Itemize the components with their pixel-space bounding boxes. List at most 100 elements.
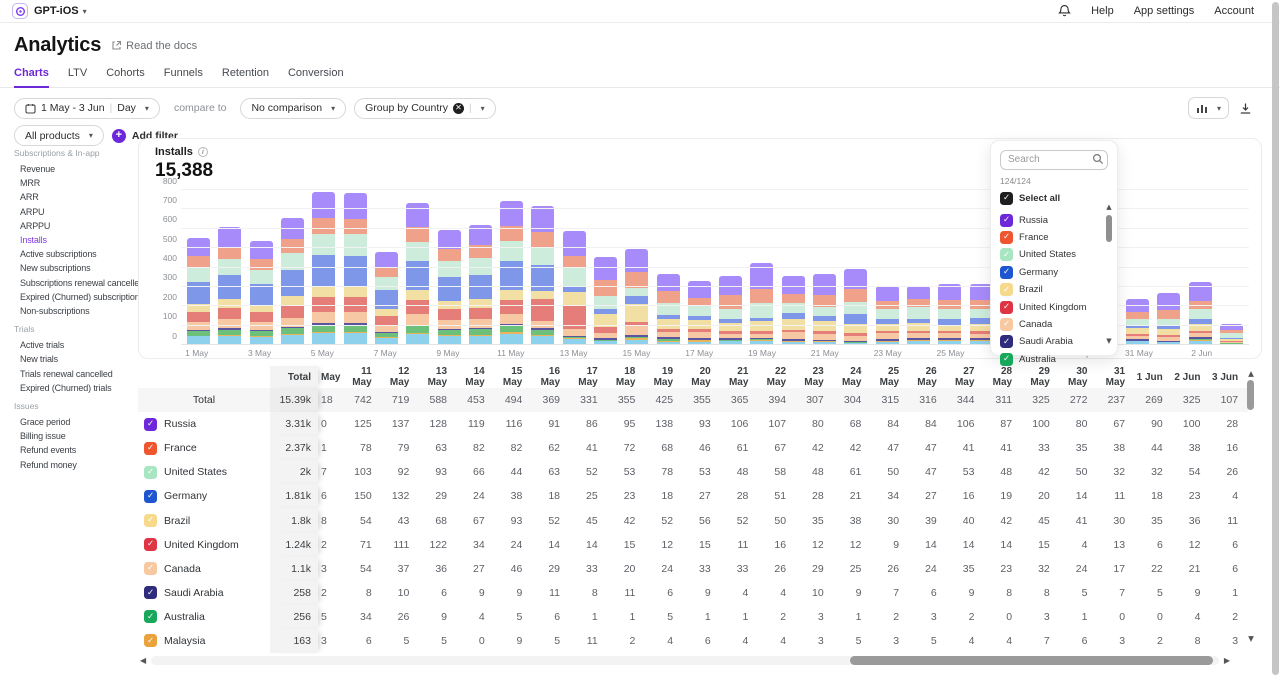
sidebar-item-arpu[interactable]: ARPU xyxy=(14,205,138,219)
country-row-canada[interactable]: ✓Canada xyxy=(1000,316,1108,333)
scroll-up-icon[interactable]: ▲ xyxy=(1246,369,1256,378)
bar-slot xyxy=(1216,324,1247,345)
bar-15-may[interactable] xyxy=(625,249,648,345)
country-checkbox[interactable]: ✓ xyxy=(1000,214,1013,227)
row-checkbox[interactable]: ✓ xyxy=(144,466,157,479)
sidebar-item-active-trials[interactable]: Active trials xyxy=(14,338,138,352)
country-checkbox[interactable]: ✓ xyxy=(1000,266,1013,279)
sidebar-item-new-trials[interactable]: New trials xyxy=(14,352,138,366)
bar-1-may[interactable] xyxy=(187,238,210,345)
segment-united-states xyxy=(688,306,711,316)
country-row-france[interactable]: ✓France xyxy=(1000,229,1108,246)
sidebar-item-mrr[interactable]: MRR xyxy=(14,176,138,190)
bar-13-may[interactable] xyxy=(563,231,586,345)
bar-11-may[interactable] xyxy=(500,201,523,345)
sidebar-item-arr[interactable]: ARR xyxy=(14,190,138,204)
cell-value: 51 xyxy=(758,490,796,502)
country-checkbox[interactable]: ✓ xyxy=(1000,353,1013,366)
sidebar-item-trials-renewal-cancelled[interactable]: Trials renewal cancelled xyxy=(14,367,138,381)
tab-conversion[interactable]: Conversion xyxy=(288,67,344,87)
group-by-select[interactable]: Group by Country ✕ |▾ xyxy=(354,98,496,119)
chart-type-button[interactable]: ▾ xyxy=(1188,97,1229,119)
row-checkbox[interactable]: ✓ xyxy=(144,634,157,647)
notifications-bell-icon[interactable] xyxy=(1058,4,1071,18)
bar-19-may[interactable] xyxy=(750,263,773,345)
comparison-select[interactable]: No comparison▾ xyxy=(240,98,346,119)
v-scroll-thumb[interactable] xyxy=(1247,380,1254,410)
row-checkbox[interactable]: ✓ xyxy=(144,562,157,575)
country-checkbox[interactable]: ✓ xyxy=(1000,335,1013,348)
tab-ltv[interactable]: LTV xyxy=(68,67,87,87)
scroll-down-icon[interactable]: ▼ xyxy=(1246,634,1256,643)
sidebar-item-grace-period[interactable]: Grace period xyxy=(14,415,138,429)
country-checkbox[interactable]: ✓ xyxy=(1000,301,1013,314)
sidebar-item-arppu[interactable]: ARPPU xyxy=(14,219,138,233)
country-checkbox[interactable]: ✓ xyxy=(1000,248,1013,261)
sidebar-item-refund-money[interactable]: Refund money xyxy=(14,458,138,472)
row-checkbox[interactable]: ✓ xyxy=(144,514,157,527)
sidebar-item-expired-churned-trials[interactable]: Expired (Churned) trials xyxy=(14,381,138,395)
panel-scrollbar[interactable]: ▲ ▼ xyxy=(1104,203,1114,345)
row-checkbox[interactable]: ✓ xyxy=(144,538,157,551)
bar-14-may[interactable] xyxy=(594,257,617,345)
sidebar-item-revenue[interactable]: Revenue xyxy=(14,162,138,176)
scroll-right-icon[interactable]: ▶ xyxy=(1224,656,1230,665)
bar-2-jun[interactable] xyxy=(1189,282,1212,345)
select-all-checkbox[interactable]: ✓ xyxy=(1000,192,1013,205)
info-icon[interactable]: i xyxy=(198,147,208,157)
page-scrollbar[interactable] xyxy=(1272,2,1279,675)
country-row-united-kingdom[interactable]: ✓United Kingdom xyxy=(1000,298,1108,315)
row-checkbox[interactable]: ✓ xyxy=(144,610,157,623)
country-checkbox[interactable]: ✓ xyxy=(1000,231,1013,244)
row-checkbox[interactable]: ✓ xyxy=(144,586,157,599)
country-checkbox[interactable]: ✓ xyxy=(1000,318,1013,331)
app-logo-icon[interactable] xyxy=(12,3,28,19)
tab-funnels[interactable]: Funnels xyxy=(164,67,203,87)
country-row-saudi-arabia[interactable]: ✓Saudi Arabia xyxy=(1000,333,1108,350)
help-link[interactable]: Help xyxy=(1091,5,1114,17)
app-settings-link[interactable]: App settings xyxy=(1134,5,1195,17)
bar-23-may[interactable] xyxy=(876,286,899,345)
h-scroll-thumb[interactable] xyxy=(850,656,1213,665)
sidebar-item-new-subscriptions[interactable]: New subscriptions xyxy=(14,261,138,275)
bar-24-may[interactable] xyxy=(907,286,930,345)
bar-5-may[interactable] xyxy=(312,192,335,345)
tab-cohorts[interactable]: Cohorts xyxy=(106,67,145,87)
sidebar-item-refund-events[interactable]: Refund events xyxy=(14,443,138,457)
scroll-left-icon[interactable]: ◀ xyxy=(140,656,146,665)
sidebar-item-non-subscriptions[interactable]: Non-subscriptions xyxy=(14,304,138,318)
account-link[interactable]: Account xyxy=(1214,5,1254,17)
tab-charts[interactable]: Charts xyxy=(14,67,49,88)
row-checkbox[interactable]: ✓ xyxy=(144,418,157,431)
select-all-row[interactable]: ✓ Select all xyxy=(1000,191,1108,206)
country-row-brazil[interactable]: ✓Brazil xyxy=(1000,281,1108,298)
bar-3-jun[interactable] xyxy=(1220,324,1243,345)
row-checkbox[interactable]: ✓ xyxy=(144,442,157,455)
tab-retention[interactable]: Retention xyxy=(222,67,269,87)
app-switcher[interactable]: GPT-iOS xyxy=(34,5,79,17)
bar-4-may[interactable] xyxy=(281,218,304,345)
bar-3-may[interactable] xyxy=(250,241,273,345)
sidebar-item-expired-churned-subscriptions[interactable]: Expired (Churned) subscriptions xyxy=(14,290,138,304)
country-row-australia[interactable]: ✓Australia xyxy=(1000,351,1108,368)
row-checkbox[interactable]: ✓ xyxy=(144,490,157,503)
download-button[interactable] xyxy=(1239,102,1252,115)
bar-25-may[interactable] xyxy=(938,284,961,345)
country-checkbox[interactable]: ✓ xyxy=(1000,283,1013,296)
read-the-docs-link[interactable]: Read the docs xyxy=(111,40,197,52)
bar-1-jun[interactable] xyxy=(1157,293,1180,345)
country-row-united-states[interactable]: ✓United States xyxy=(1000,246,1108,263)
sidebar-item-billing-issue[interactable]: Billing issue xyxy=(14,429,138,443)
bar-22-may[interactable] xyxy=(844,269,867,345)
bar-16-may[interactable] xyxy=(657,274,680,345)
country-row-germany[interactable]: ✓Germany xyxy=(1000,264,1108,281)
sidebar-item-active-subscriptions[interactable]: Active subscriptions xyxy=(14,247,138,261)
country-row-russia[interactable]: ✓Russia xyxy=(1000,212,1108,229)
sidebar-item-subscriptions-renewal-cancelled[interactable]: Subscriptions renewal cancelled xyxy=(14,276,138,290)
date-range-picker[interactable]: 1 May - 3 Jun|Day ▾ xyxy=(14,98,160,119)
clear-group-by-icon[interactable]: ✕ xyxy=(453,103,464,114)
sidebar-item-installs[interactable]: Installs xyxy=(14,233,138,247)
bar-6-may[interactable] xyxy=(344,193,367,345)
bar-17-may[interactable] xyxy=(688,281,711,345)
segment-germany xyxy=(375,290,398,309)
